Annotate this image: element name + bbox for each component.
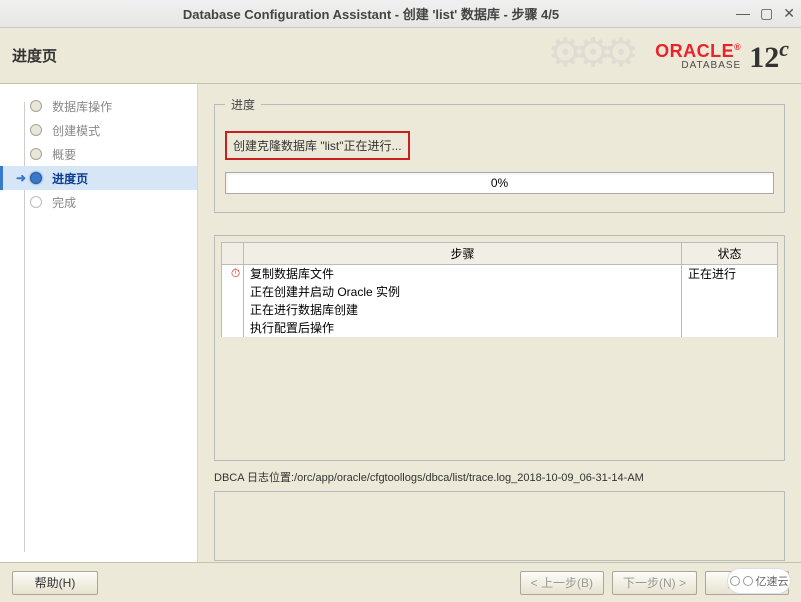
progress-percent: 0% [491,176,508,190]
blank-panel [214,491,785,561]
sidebar-item-finish[interactable]: ➜完成 [0,190,197,214]
steps-table: 步骤 状态 ⏱ 复制数据库文件 正在进行 正在创建并启动 Oracle 实例 [221,242,778,337]
cloud-icon [743,576,753,586]
step-name: 正在进行数据库创建 [244,301,682,319]
main-content: 进度 创建克隆数据库 "list"正在进行... 0% 步骤 状态 ⏱ 复制数据… [198,84,801,562]
minimize-icon[interactable]: — [736,5,750,22]
table-row: 正在创建并启动 Oracle 实例 [222,283,778,301]
back-button[interactable]: < 上一步(B) [520,571,604,595]
step-name: 复制数据库文件 [244,265,682,283]
page-title: 进度页 [12,45,57,66]
progress-bar: 0% [225,172,774,194]
step-status: 正在进行 [682,265,778,283]
log-location: DBCA 日志位置:/orc/app/oracle/cfgtoollogs/db… [214,469,785,485]
brand-version-major: 12 [749,41,779,74]
clock-icon: ⏱ [222,265,244,283]
watermark-badge: 亿速云 [727,568,791,594]
wizard-sidebar: ➜数据库操作 ➜创建模式 ➜概要 ➜进度页 ➜完成 [0,84,198,562]
brand-reg: ® [734,42,741,52]
steps-col-step: 步骤 [244,243,682,265]
sidebar-item-db-operation[interactable]: ➜数据库操作 [0,94,197,118]
header-bar: 进度页 ⚙⚙⚙ ORACLE® DATABASE 12c [0,28,801,84]
brand-version-suffix: c [779,36,789,61]
steps-col-status: 状态 [682,243,778,265]
sidebar-item-create-mode[interactable]: ➜创建模式 [0,118,197,142]
close-icon[interactable]: ✕ [783,5,795,22]
next-button[interactable]: 下一步(N) > [612,571,697,595]
gears-icon: ⚙⚙⚙ [547,30,631,76]
wizard-footer: 帮助(H) < 上一步(B) 下一步(N) > 完成(F) 亿速云 [0,562,801,602]
help-button[interactable]: 帮助(H) [12,571,98,595]
steps-col-icon [222,243,244,265]
sidebar-item-label: 进度页 [52,170,88,187]
sidebar-item-label: 概要 [52,146,76,163]
window-title: Database Configuration Assistant - 创建 'l… [6,4,736,23]
step-status [682,283,778,301]
brand-block: ORACLE® DATABASE 12c [655,36,789,75]
step-status [682,301,778,319]
step-name: 执行配置后操作 [244,319,682,337]
steps-panel: 步骤 状态 ⏱ 复制数据库文件 正在进行 正在创建并启动 Oracle 实例 [214,235,785,461]
sidebar-item-summary[interactable]: ➜概要 [0,142,197,166]
progress-legend: 进度 [225,96,261,113]
cloud-icon [730,576,740,586]
brand-name: ORACLE [655,41,734,61]
table-row: 执行配置后操作 [222,319,778,337]
title-bar: Database Configuration Assistant - 创建 'l… [0,0,801,28]
step-status [682,319,778,337]
window-controls: — ▢ ✕ [736,5,795,22]
table-row: 正在进行数据库创建 [222,301,778,319]
maximize-icon[interactable]: ▢ [760,5,773,22]
table-row: ⏱ 复制数据库文件 正在进行 [222,265,778,283]
sidebar-item-label: 数据库操作 [52,98,112,115]
watermark-text: 亿速云 [756,573,789,589]
sidebar-item-label: 完成 [52,194,76,211]
step-name: 正在创建并启动 Oracle 实例 [244,283,682,301]
progress-status-line: 创建克隆数据库 "list"正在进行... [225,131,410,160]
sidebar-item-progress[interactable]: ➜进度页 [0,166,197,190]
sidebar-item-label: 创建模式 [52,122,100,139]
progress-fieldset: 进度 创建克隆数据库 "list"正在进行... 0% [214,96,785,213]
